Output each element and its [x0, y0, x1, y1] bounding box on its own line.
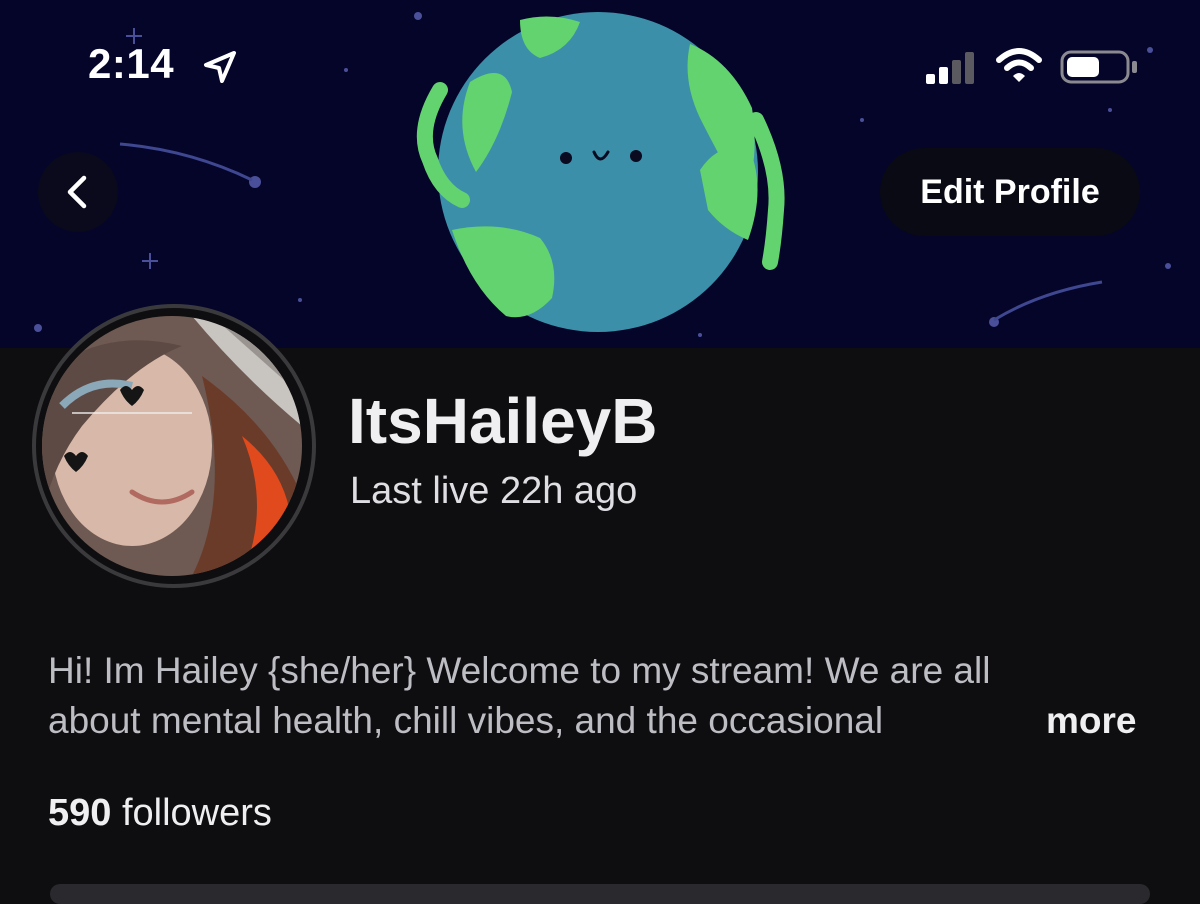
bio-line-2-text: about mental health, chill vibes, and th… [48, 700, 884, 741]
status-time: 2:14 [88, 40, 175, 87]
bio-line-2: about mental health, chill vibes, and th… [48, 696, 1038, 746]
back-button[interactable] [38, 152, 118, 232]
avatar[interactable] [42, 316, 302, 576]
location-arrow-icon [204, 51, 236, 83]
username: ItsHaileyB [348, 385, 658, 457]
bio: Hi! Im Hailey {she/her} Welcome to my st… [48, 646, 1158, 746]
battery-icon [1060, 50, 1137, 84]
more-link[interactable]: more [1046, 696, 1136, 746]
avatar-photo [42, 316, 302, 576]
bottom-panel-edge [50, 884, 1150, 904]
bio-fade [978, 696, 1038, 746]
last-live-status: Last live 22h ago [350, 470, 638, 512]
followers-count[interactable]: 590 followers [48, 792, 272, 835]
followers-number: 590 [48, 792, 112, 834]
followers-label: followers [111, 792, 272, 834]
wifi-icon [996, 48, 1042, 82]
bio-line-1: Hi! Im Hailey {she/her} Welcome to my st… [48, 650, 991, 691]
chevron-left-icon [67, 175, 87, 209]
edit-profile-button[interactable]: Edit Profile [880, 148, 1140, 236]
signal-icon [926, 52, 974, 84]
